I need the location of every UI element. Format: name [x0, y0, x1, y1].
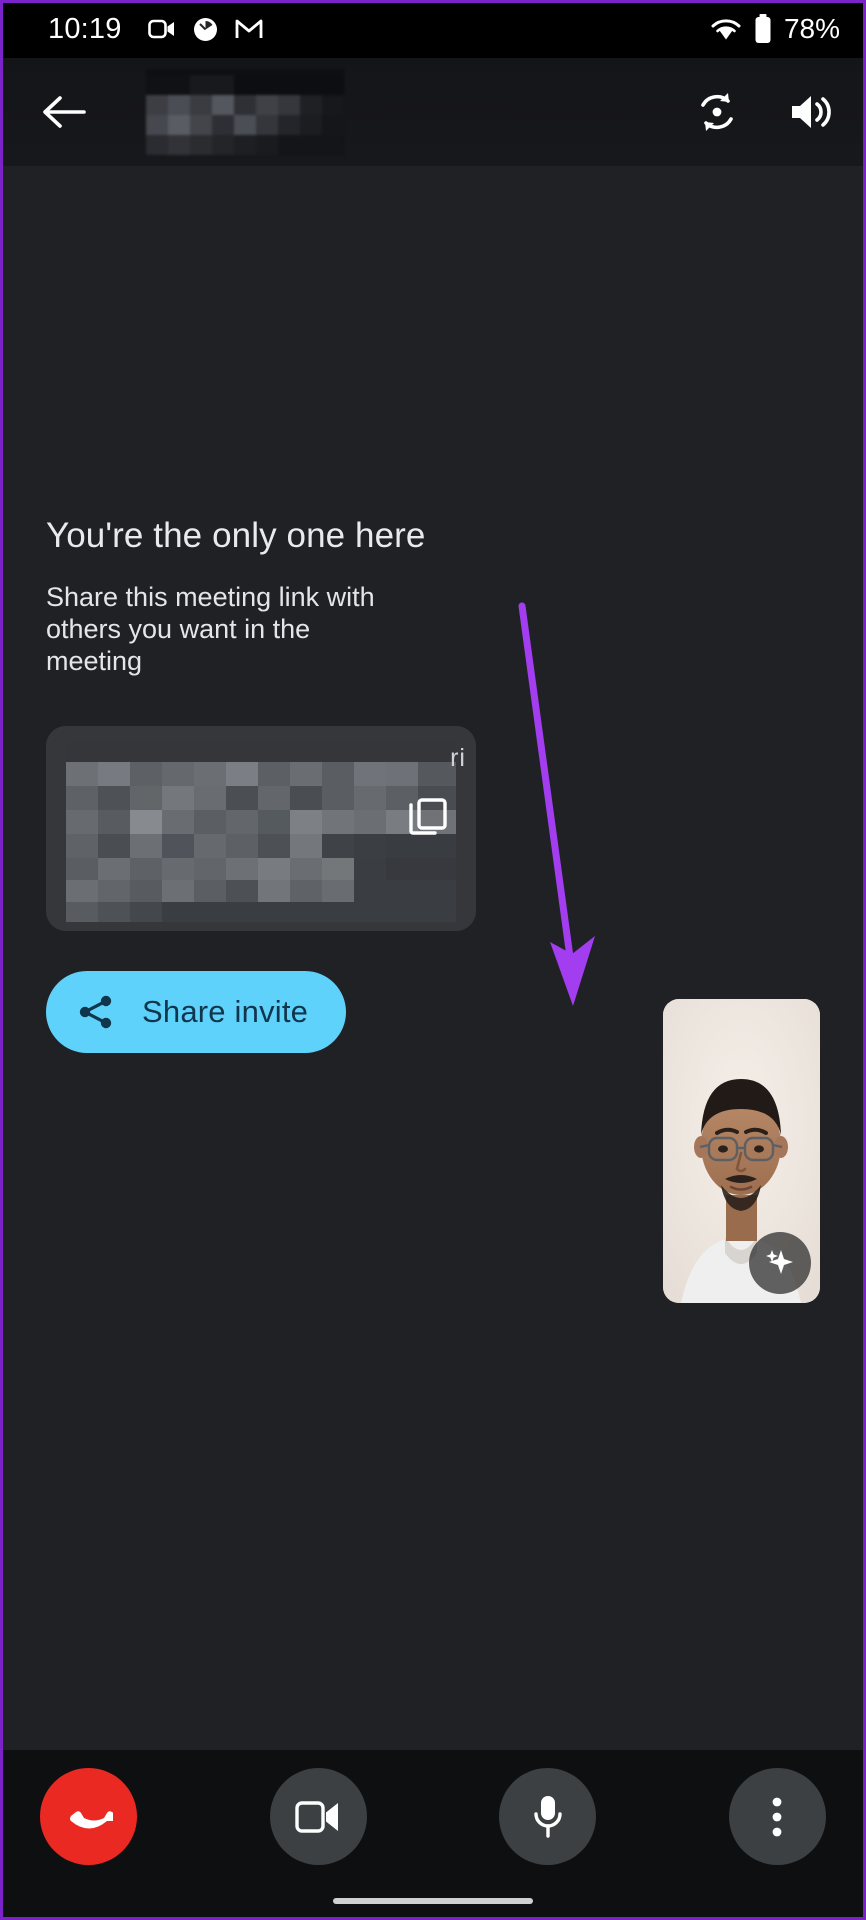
battery-percent-label: 78%	[783, 13, 840, 44]
switch-camera-icon[interactable]	[694, 89, 740, 135]
more-vertical-icon	[771, 1796, 783, 1838]
video-camera-icon	[147, 18, 176, 40]
app-bar-actions	[694, 89, 834, 135]
share-description: Share this meeting link with others you …	[46, 582, 375, 676]
call-controls-bar	[0, 1750, 866, 1920]
wifi-icon	[710, 17, 742, 42]
share-icon	[76, 992, 116, 1032]
camera-button[interactable]	[269, 1768, 367, 1865]
copy-icon[interactable]	[402, 792, 454, 844]
meeting-stage: You're the only one here Share this meet…	[0, 166, 866, 1750]
page-title: You're the only one here	[46, 516, 426, 555]
status-bar: 10:19 78%	[0, 0, 866, 58]
microphone-button[interactable]	[499, 1768, 597, 1865]
sparkle-effects-icon	[761, 1244, 799, 1282]
gmail-icon	[235, 18, 263, 40]
status-bar-system-icons: 78%	[710, 13, 840, 45]
microphone-icon	[531, 1794, 565, 1840]
empty-meeting-info: You're the only one here Share this meet…	[46, 516, 466, 678]
speaker-volume-icon[interactable]	[788, 91, 834, 133]
more-options-button[interactable]	[728, 1768, 826, 1865]
self-view-thumbnail[interactable]	[663, 999, 820, 1303]
battery-icon	[754, 14, 772, 44]
share-invite-label: Share invite	[142, 994, 309, 1029]
status-bar-notification-icons	[147, 17, 263, 42]
end-call-button[interactable]	[40, 1768, 137, 1865]
meeting-link-card[interactable]: ri	[46, 726, 476, 931]
annotation-arrow	[510, 602, 620, 1022]
share-invite-button[interactable]: Share invite	[46, 971, 347, 1053]
visual-effects-button[interactable]	[749, 1232, 811, 1294]
video-camera-icon	[295, 1799, 341, 1835]
phone-hangup-icon	[65, 1793, 113, 1841]
meeting-link-visible-tail: ri	[450, 744, 466, 772]
home-indicator	[333, 1898, 533, 1904]
app-bar	[0, 58, 866, 166]
back-arrow-icon[interactable]	[34, 82, 94, 142]
status-bar-clock: 10:19	[48, 12, 122, 45]
phone-screen: 10:19 78% You're the only one here Share…	[0, 0, 866, 1920]
meeting-title-redacted	[146, 69, 344, 155]
clock-circle-icon	[193, 17, 218, 42]
